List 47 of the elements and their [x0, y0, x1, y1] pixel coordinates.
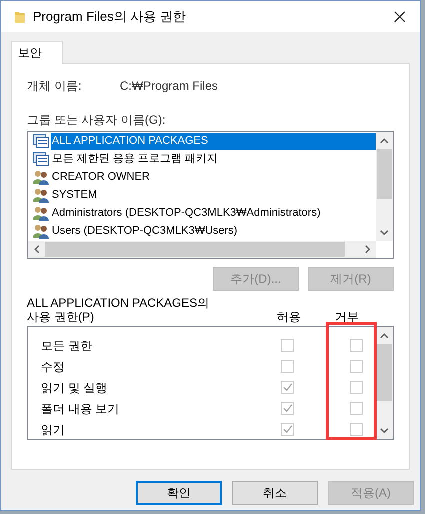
checkbox[interactable] — [281, 360, 294, 373]
scrollbar[interactable] — [376, 132, 393, 241]
users-icon — [33, 205, 49, 221]
app-package-icon — [33, 151, 49, 167]
permissions-title: ALL APPLICATION PACKAGES의 — [27, 295, 211, 309]
object-name-value: C:₩Program Files — [120, 78, 218, 95]
tab[interactable]: 보안 — [11, 41, 63, 64]
user-list-item[interactable]: 모든 제한된 응용 프로그램 패키지 — [51, 150, 220, 168]
object-name-label: 개체 이름: — [27, 78, 83, 95]
checkbox[interactable] — [281, 402, 294, 415]
checkbox[interactable] — [350, 423, 363, 436]
checkbox[interactable] — [281, 381, 294, 394]
permission-name: 모든 권한 — [40, 338, 94, 354]
permission-name: 읽기 — [40, 422, 66, 438]
checkbox[interactable] — [281, 423, 294, 436]
user-list-item[interactable]: CREATOR OWNER — [51, 168, 151, 186]
user-list[interactable]: ALL APPLICATION PACKAGES 모든 제한된 응용 프로그램 패키지 CREATOR OWNER SYSTEM Administrators (DESKTOP-QC3MLK3₩Administrators) Users (DESKTOP-QC3MLK3₩Users) — [27, 131, 394, 259]
checkbox[interactable] — [281, 339, 294, 352]
window-title: Program Files의 사용 권한 — [33, 8, 186, 26]
user-list-item[interactable]: SYSTEM — [51, 186, 98, 204]
user-list-item[interactable]: ALL APPLICATION PACKAGES — [51, 132, 376, 150]
button[interactable]: 취소 — [232, 481, 318, 505]
users-icon — [33, 187, 49, 203]
users-icon — [33, 169, 49, 185]
users-icon — [33, 223, 49, 239]
close-icon[interactable] — [394, 10, 406, 22]
app-package-icon — [33, 133, 49, 149]
column-header: 거부 — [335, 308, 360, 326]
folder-icon — [14, 10, 26, 24]
scrollbar[interactable] — [28, 241, 376, 258]
checkbox[interactable] — [350, 381, 363, 394]
permissions-label: 사용 권한(P) — [27, 308, 96, 326]
checkbox[interactable] — [350, 339, 363, 352]
checkbox[interactable] — [350, 360, 363, 373]
permission-name: 폴더 내용 보기 — [40, 400, 121, 418]
scrollbar-thumb[interactable] — [45, 242, 345, 257]
user-list-item[interactable]: Administrators (DESKTOP-QC3MLK3₩Administrators) — [51, 204, 322, 222]
scrollbar-thumb[interactable] — [377, 149, 392, 199]
scrollbar-thumb[interactable] — [377, 344, 392, 401]
permission-name: 수정 — [40, 358, 66, 376]
group-list-label: 그룹 또는 사용자 이름(G): — [27, 112, 167, 127]
column-header: 허용 — [277, 308, 302, 326]
button[interactable]: 확인 — [136, 481, 222, 505]
permission-name: 읽기 및 실행 — [40, 380, 109, 396]
user-list-item[interactable]: Users (DESKTOP-QC3MLK3₩Users) — [51, 222, 239, 240]
scrollbar[interactable] — [376, 327, 393, 439]
checkbox[interactable] — [350, 402, 363, 415]
